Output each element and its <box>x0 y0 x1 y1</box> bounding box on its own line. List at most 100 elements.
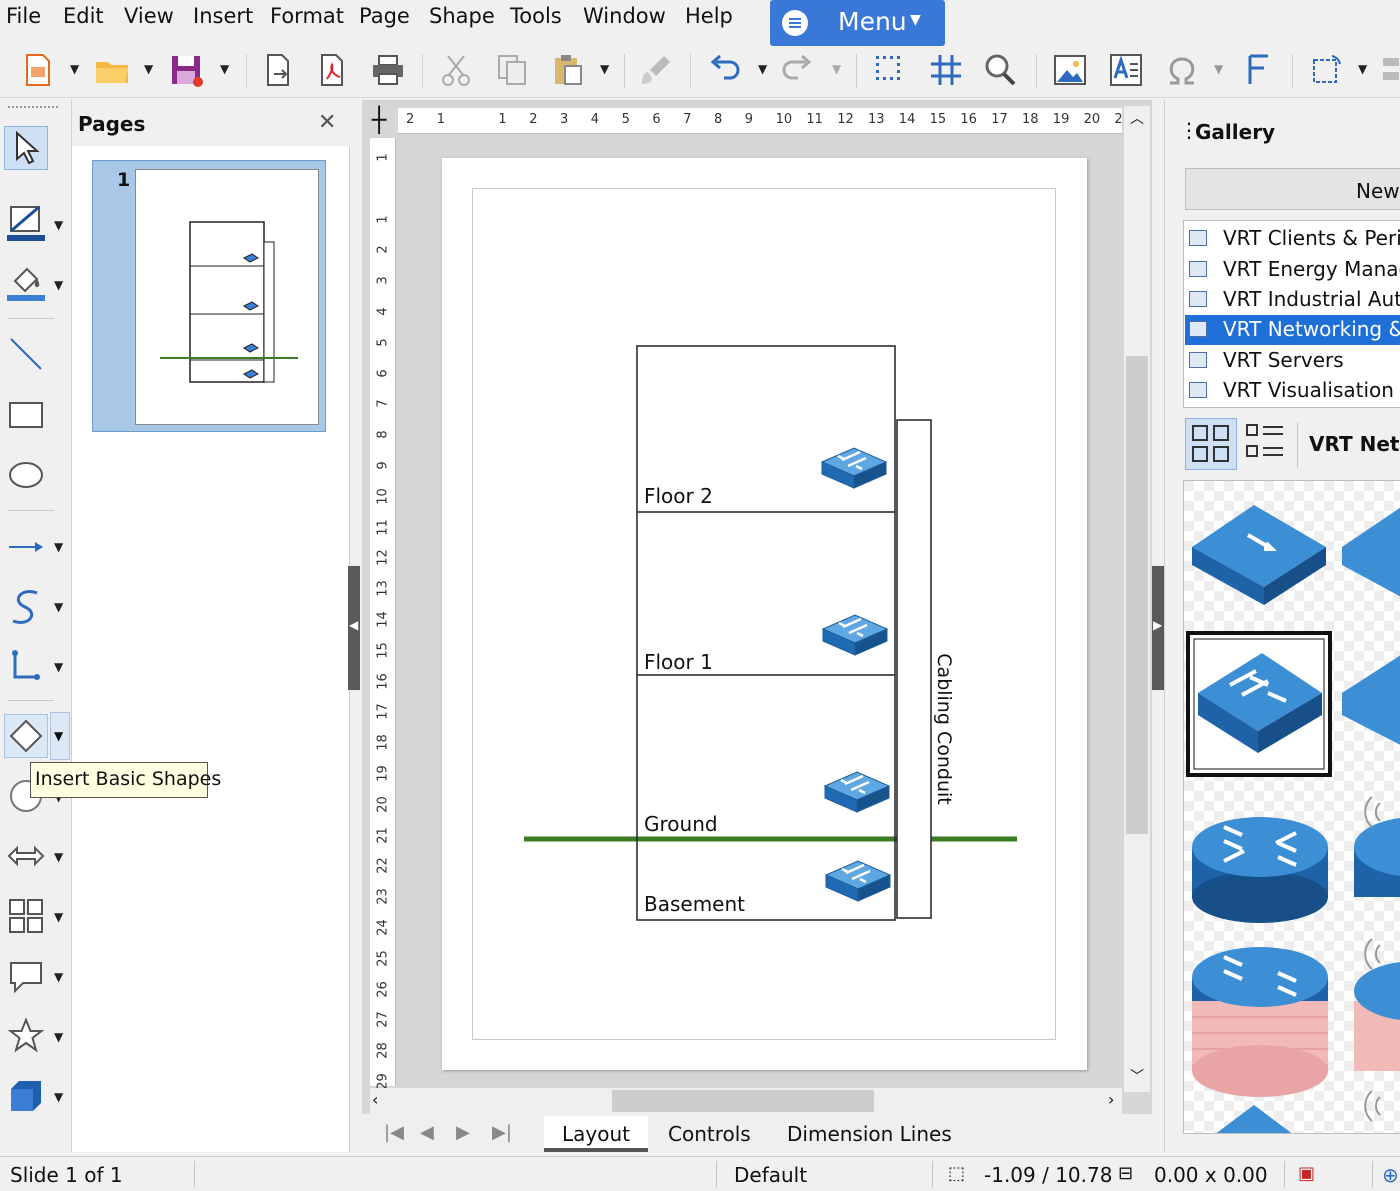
curves-dropdown-icon[interactable]: ▼ <box>54 600 63 614</box>
new-dropdown-icon[interactable]: ▼ <box>70 62 79 76</box>
page-thumbnail-selected[interactable]: 1 <box>92 160 326 432</box>
block-arrows-tool[interactable] <box>4 834 48 878</box>
transformations-button[interactable] <box>1306 50 1346 90</box>
flowchart-dropdown-icon[interactable]: ▼ <box>54 910 63 924</box>
new-document-button[interactable] <box>18 50 58 90</box>
3d-objects-dropdown-icon[interactable]: ▼ <box>54 1090 63 1104</box>
undo-dropdown-icon[interactable]: ▼ <box>758 62 767 76</box>
tab-dimension-lines[interactable]: Dimension Lines <box>787 1122 952 1146</box>
redo-dropdown-icon[interactable]: ▼ <box>832 62 841 76</box>
toolbar-grip[interactable] <box>8 106 58 110</box>
3d-objects-tool[interactable] <box>4 1074 48 1118</box>
paste-dropdown-icon[interactable]: ▼ <box>600 62 609 76</box>
undo-button[interactable] <box>704 50 744 90</box>
menu-window[interactable]: Window <box>583 4 666 28</box>
rectangle-tool[interactable] <box>4 392 48 436</box>
redo-button[interactable] <box>778 50 818 90</box>
menu-format[interactable]: Format <box>270 4 344 28</box>
tab-layout[interactable]: Layout <box>544 1116 648 1152</box>
special-character-button[interactable] <box>1162 50 1202 90</box>
print-button[interactable] <box>368 50 408 90</box>
network-switch-icon[interactable] <box>823 770 891 814</box>
icon-view-button[interactable] <box>1185 418 1237 470</box>
cut-button[interactable] <box>436 50 476 90</box>
fill-color-tool[interactable] <box>4 260 48 304</box>
helplines-button[interactable] <box>926 50 966 90</box>
menu-tools[interactable]: Tools <box>510 4 562 28</box>
block-arrows-dropdown-icon[interactable]: ▼ <box>54 850 63 864</box>
line-color-dropdown-icon[interactable]: ▼ <box>54 218 63 232</box>
insert-textbox-button[interactable] <box>1106 50 1146 90</box>
curves-tool[interactable] <box>4 584 48 628</box>
previous-tab-icon[interactable]: ◀ <box>420 1122 434 1143</box>
insert-image-button[interactable] <box>1050 50 1090 90</box>
copy-button[interactable] <box>492 50 532 90</box>
lines-arrows-tool[interactable] <box>4 524 48 568</box>
callout-shapes-dropdown-icon[interactable]: ▼ <box>54 970 63 984</box>
basic-shapes-dropdown[interactable]: ▼ <box>50 712 70 760</box>
callout-shapes-tool[interactable] <box>4 954 48 998</box>
document-modified-icon[interactable]: ▣ <box>1298 1163 1315 1184</box>
special-character-dropdown-icon[interactable]: ▼ <box>1214 62 1223 76</box>
chevron-down-icon[interactable]: ﹀ <box>1130 1066 1144 1086</box>
sidebar-collapse-handle[interactable]: ▶ <box>1152 566 1164 690</box>
horizontal-ruler[interactable]: 2 1 1 2 3 4 5 6 7 8 9 10 11 12 13 14 15 16 17 18 19 20 21 <box>398 108 1131 134</box>
master-slide-name[interactable]: Default <box>734 1163 807 1187</box>
chevron-up-icon[interactable]: ︿ <box>1130 108 1144 128</box>
basic-shapes-tool[interactable] <box>4 714 48 758</box>
clone-formatting-button[interactable] <box>636 50 676 90</box>
line-tool[interactable] <box>4 332 48 376</box>
theme-list-item-selected[interactable]: VRT Networking & C <box>1185 315 1400 345</box>
theme-list-item[interactable]: VRT Visualisation <box>1185 376 1400 406</box>
drawing-page[interactable]: Floor 2 Floor 1 Ground Basement Cabling … <box>442 158 1087 1070</box>
select-tool[interactable] <box>4 126 48 170</box>
gallery-item[interactable] <box>1192 947 1328 1097</box>
stars-dropdown-icon[interactable]: ▼ <box>54 1030 63 1044</box>
tab-controls[interactable]: Controls <box>668 1122 751 1146</box>
chevron-left-icon[interactable]: ‹ <box>372 1090 378 1109</box>
detail-view-button[interactable] <box>1241 418 1293 470</box>
network-switch-icon[interactable] <box>821 613 889 657</box>
vertical-ruler[interactable]: 1 1 2 3 4 5 6 7 8 9 10 11 12 13 14 15 16 17 18 19 20 21 22 23 24… <box>370 138 396 1090</box>
last-tab-icon[interactable]: ▶| <box>492 1122 512 1143</box>
theme-list-item[interactable]: VRT Energy Manage <box>1185 255 1400 285</box>
theme-list-item[interactable]: VRT Clients & Periph <box>1185 224 1400 254</box>
ellipse-tool[interactable] <box>4 452 48 496</box>
zoom-slider-icon[interactable]: ⊕ <box>1382 1163 1399 1187</box>
transformations-dropdown-icon[interactable]: ▼ <box>1358 62 1367 76</box>
horizontal-scroll-thumb[interactable] <box>612 1090 874 1112</box>
network-switch-icon[interactable] <box>820 446 888 490</box>
stars-tool[interactable] <box>4 1014 48 1058</box>
menu-file[interactable]: File <box>6 4 41 28</box>
lines-arrows-dropdown-icon[interactable]: ▼ <box>54 540 63 554</box>
paste-button[interactable] <box>548 50 588 90</box>
flowchart-tool[interactable] <box>4 894 48 938</box>
gallery-item[interactable] <box>1192 817 1328 923</box>
display-grid-button[interactable] <box>870 50 910 90</box>
menu-shape[interactable]: Shape <box>429 4 495 28</box>
vertical-scroll-thumb[interactable] <box>1126 356 1148 834</box>
theme-list-item[interactable]: VRT Industrial Auton <box>1185 285 1400 315</box>
align-button[interactable] <box>1378 50 1400 90</box>
theme-list-item[interactable]: VRT Servers <box>1185 346 1400 376</box>
network-switch-icon[interactable] <box>824 859 892 903</box>
export-button[interactable] <box>258 50 298 90</box>
menu-insert[interactable]: Insert <box>193 4 253 28</box>
next-tab-icon[interactable]: ▶ <box>456 1122 470 1143</box>
zoom-button[interactable] <box>980 50 1020 90</box>
fill-color-dropdown-icon[interactable]: ▼ <box>54 278 63 292</box>
ruler-origin-icon[interactable]: ┼ <box>372 108 396 134</box>
cabling-conduit[interactable] <box>896 419 932 919</box>
save-button[interactable] <box>166 50 206 90</box>
vertical-scrollbar[interactable]: ︿ ﹀ <box>1124 106 1150 1092</box>
open-dropdown-icon[interactable]: ▼ <box>144 62 153 76</box>
line-color-tool[interactable] <box>4 200 48 244</box>
menu-help[interactable]: Help <box>685 4 733 28</box>
connectors-dropdown-icon[interactable]: ▼ <box>54 660 63 674</box>
menu-page[interactable]: Page <box>359 4 410 28</box>
fontwork-button[interactable] <box>1238 50 1278 90</box>
menu-view[interactable]: View <box>124 4 174 28</box>
open-button[interactable] <box>92 50 132 90</box>
menu-button[interactable]: Menu ▼ <box>770 0 945 46</box>
save-dropdown-icon[interactable]: ▼ <box>220 62 229 76</box>
